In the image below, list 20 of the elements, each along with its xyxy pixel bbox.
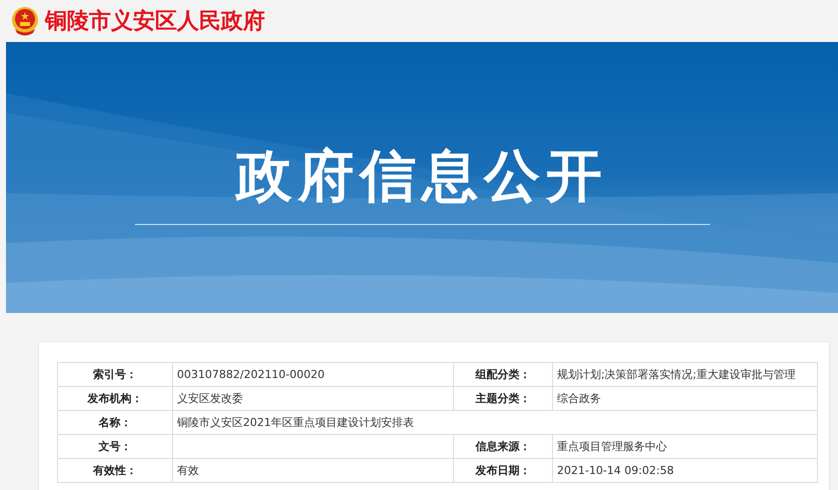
field-label: 发布日期：: [454, 458, 552, 482]
field-label: 名称：: [58, 410, 172, 434]
field-value: 铜陵市义安区2021年区重点项目建设计划安排表: [177, 416, 414, 429]
banner-title: 政府信息公开: [236, 143, 608, 210]
field-value: 规划计划;决策部署落实情况;重大建设审批与管理: [557, 368, 796, 381]
site-title: 铜陵市义安区人民政府: [45, 8, 265, 36]
field-value: 有效: [177, 464, 199, 477]
field-label: 文号：: [58, 434, 172, 458]
field-value: 003107882/202110-00020: [177, 368, 325, 381]
field-label: 发布机构：: [58, 386, 172, 410]
field-value: 重点项目管理服务中心: [557, 440, 667, 453]
field-label: 组配分类：: [454, 362, 552, 386]
field-label: 信息来源：: [454, 434, 552, 458]
field-label: 索引号：: [58, 362, 172, 386]
field-label: 主题分类：: [454, 386, 552, 410]
emblem-icon: [9, 5, 41, 37]
field-value: 义安区发改委: [177, 392, 243, 405]
field-value: 2021-10-14 09:02:58: [557, 464, 674, 477]
field-value: 综合政务: [557, 392, 601, 405]
field-label: 有效性：: [58, 458, 172, 482]
